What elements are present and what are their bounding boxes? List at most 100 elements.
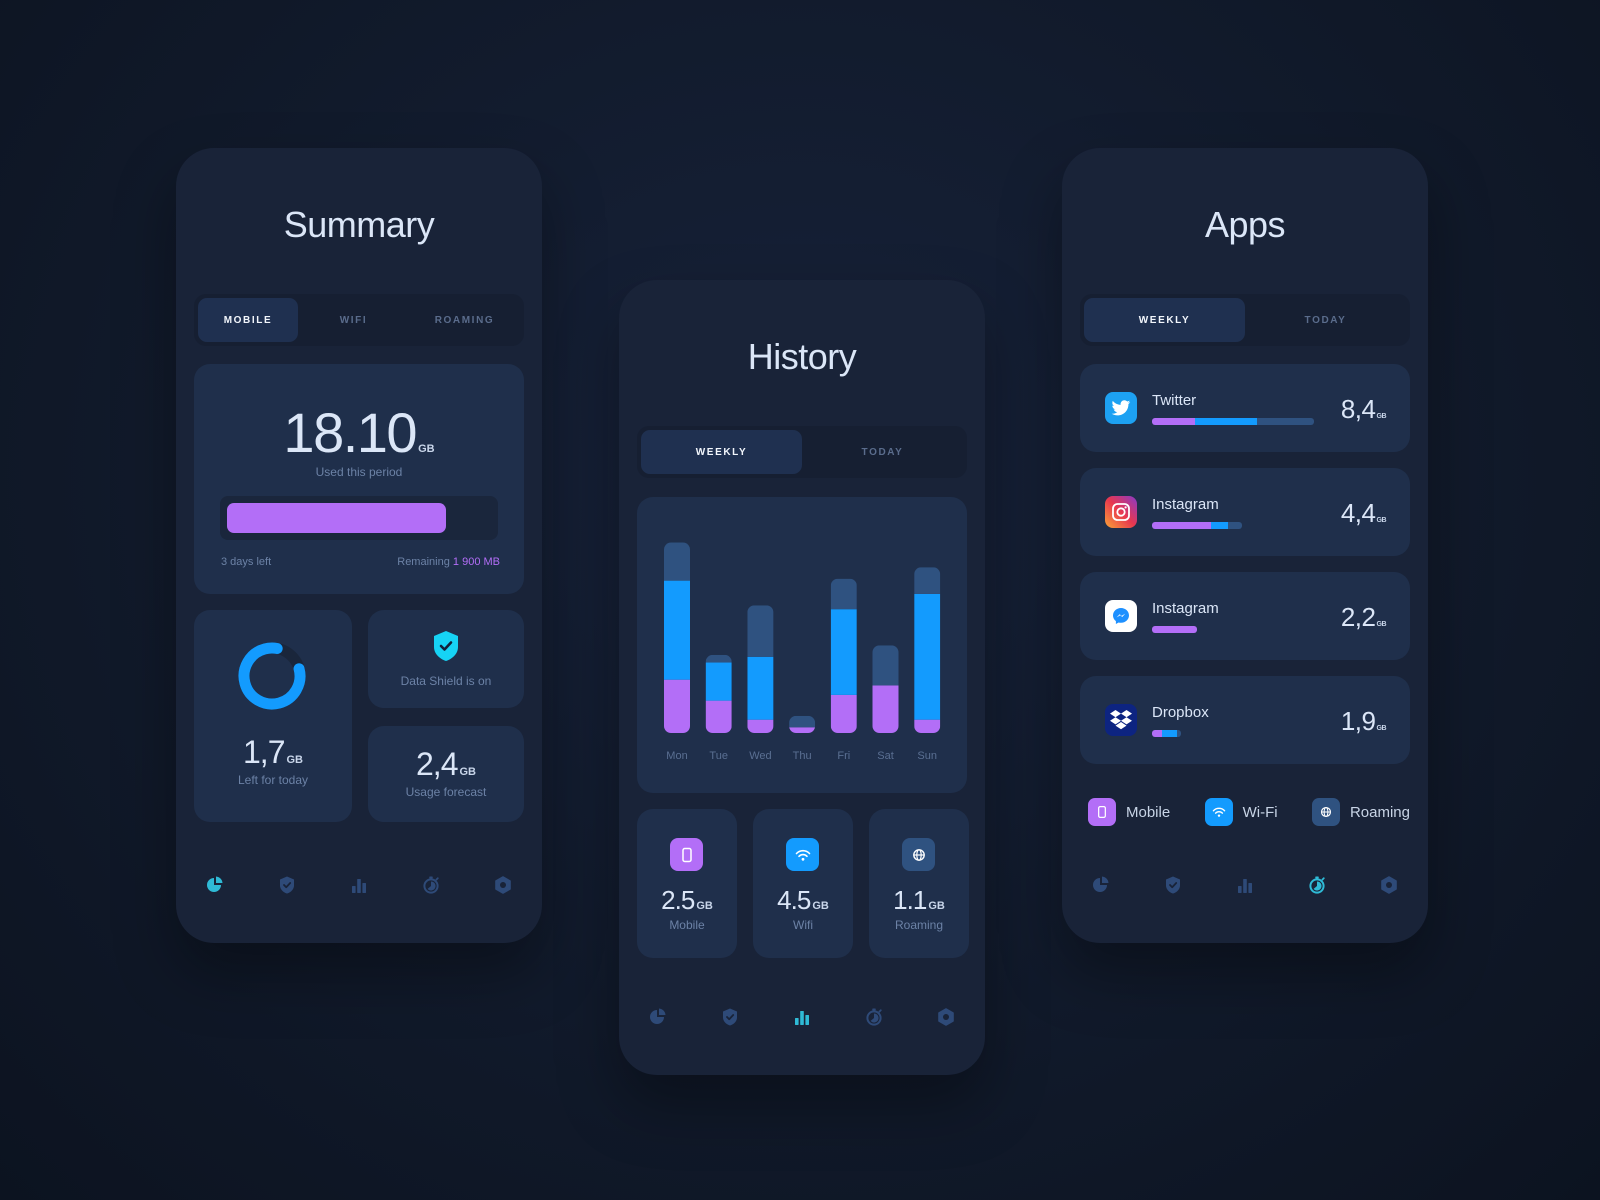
mobile-value: 2.5 — [661, 885, 695, 915]
app-usage-bar — [1152, 626, 1197, 633]
shield-icon[interactable] — [1162, 874, 1184, 896]
summary-screen: Summary MOBILE WIFI ROAMING 18.10 GB Used… — [176, 148, 542, 943]
app-usage-bar — [1152, 730, 1182, 737]
bottom-tab-bar — [643, 1003, 961, 1031]
app-usage-bar — [1152, 522, 1242, 529]
tab-weekly[interactable]: WEEKLY — [641, 430, 802, 474]
app-row-dropbox[interactable]: Dropbox 1,9GB — [1080, 676, 1410, 764]
app-name: Instagram — [1152, 496, 1219, 513]
bottom-tab-bar — [1086, 871, 1404, 899]
usage-segment-roaming — [1228, 522, 1242, 529]
tab-weekly[interactable]: WEEKLY — [1084, 298, 1245, 342]
wifi-icon — [786, 838, 819, 871]
legend-label: Wi-Fi — [1242, 803, 1278, 821]
bar-segment-wifi — [705, 662, 732, 701]
mobile-label: Mobile — [669, 918, 705, 932]
bar-segment-mobile — [705, 700, 732, 733]
legend-label: Roaming — [1349, 803, 1410, 821]
shield-icon[interactable] — [719, 1006, 741, 1028]
data-shield-card[interactable]: Data Shield is on — [368, 610, 524, 708]
chart-svg: Mon Tue Wed Thu Fri Sat Sun — [664, 542, 941, 762]
forecast-card: 2,4 GB Usage forecast — [368, 726, 524, 822]
usage-segment-mobile — [1152, 626, 1197, 633]
bar-sun — [914, 567, 941, 733]
pie-chart-icon[interactable] — [204, 874, 226, 896]
app-name: Dropbox — [1152, 704, 1209, 721]
forecast-value: 2,4 — [416, 746, 458, 782]
settings-icon[interactable] — [935, 1006, 957, 1028]
wifi-label: Wifi — [793, 918, 813, 932]
phone-icon — [1088, 798, 1116, 826]
tab-today[interactable]: TODAY — [802, 430, 963, 474]
wifi-value: 4.5 — [777, 885, 811, 915]
bar-segment-roaming — [664, 542, 690, 581]
instagram-icon — [1105, 496, 1137, 528]
remaining-label: Remaining — [397, 556, 450, 568]
x-tick-label: Tue — [709, 750, 728, 762]
settings-icon[interactable] — [1378, 874, 1400, 896]
today-card: 1,7 GB Left for today — [194, 610, 352, 822]
apps-screen: Apps WEEKLY TODAY Twitter 8,4GB Instagra… — [1062, 148, 1428, 943]
app-value: 4,4 — [1340, 498, 1376, 528]
x-tick-label: Sat — [877, 750, 894, 762]
bar-segment-roaming — [705, 654, 732, 663]
app-unit: GB — [1376, 413, 1387, 420]
shield-check-icon — [434, 631, 458, 661]
usage-segment-mobile — [1152, 522, 1211, 529]
settings-icon[interactable] — [492, 874, 514, 896]
remaining: Remaining 1 900 MB — [397, 556, 500, 568]
bar-segment-mobile — [872, 685, 899, 733]
bar-chart-icon[interactable] — [1234, 874, 1256, 896]
bar-segment-roaming — [830, 578, 857, 610]
app-row-instagram[interactable]: Instagram 4,4GB — [1080, 468, 1410, 556]
x-tick-label: Fri — [837, 750, 850, 762]
bar-wed — [747, 605, 774, 733]
today-value: 1,7 — [243, 734, 285, 770]
globe-icon — [1311, 798, 1340, 826]
shield-icon[interactable] — [276, 874, 298, 896]
tab-today[interactable]: TODAY — [1245, 298, 1406, 342]
bar-chart-icon[interactable] — [348, 874, 370, 896]
bar-segment-mobile — [664, 679, 690, 733]
bar-segment-roaming — [914, 567, 941, 594]
weekly-usage-chart: Mon Tue Wed Thu Fri Sat Sun — [637, 497, 967, 793]
stopwatch-icon[interactable] — [420, 874, 442, 896]
usage-segment-roaming — [1177, 730, 1182, 737]
bar-chart-icon[interactable] — [791, 1006, 813, 1028]
usage-segment-wifi — [1194, 418, 1258, 425]
bar-segment-mobile — [789, 727, 816, 733]
legend-roaming: Roaming — [1311, 798, 1410, 826]
tab-roaming[interactable]: ROAMING — [409, 298, 520, 342]
bar-segment-mobile — [830, 694, 857, 733]
x-tick-label: Wed — [749, 750, 771, 762]
usage-segment-mobile — [1152, 730, 1162, 737]
pie-chart-icon[interactable] — [1090, 874, 1112, 896]
stopwatch-icon[interactable] — [1306, 874, 1328, 896]
mobile-stat-card: 2.5 GB Mobile — [637, 809, 737, 958]
legend-mobile: Mobile — [1088, 798, 1170, 826]
shield-label: Data Shield is on — [400, 674, 492, 688]
stopwatch-icon[interactable] — [863, 1006, 885, 1028]
usage-progress-fill — [227, 503, 447, 533]
legend-wifi: Wi-Fi — [1204, 798, 1278, 826]
twitter-icon — [1105, 392, 1137, 424]
app-unit: GB — [1376, 725, 1387, 732]
wifi-icon — [1204, 798, 1233, 826]
app-name: Instagram — [1152, 600, 1219, 617]
tab-mobile[interactable]: MOBILE — [198, 298, 298, 342]
used-value: 18.10 — [283, 401, 417, 464]
roaming-unit: GB — [928, 900, 945, 912]
tab-wifi[interactable]: WIFI — [298, 298, 409, 342]
bar-tue — [705, 654, 732, 733]
bar-segment-mobile — [747, 719, 774, 733]
app-row-twitter[interactable]: Twitter 8,4GB — [1080, 364, 1410, 452]
pie-chart-icon[interactable] — [647, 1006, 669, 1028]
bar-segment-roaming — [747, 605, 774, 657]
forecast-unit: GB — [459, 766, 476, 778]
app-row-messenger[interactable]: Instagram 2,2GB — [1080, 572, 1410, 660]
x-tick-label: Thu — [793, 750, 812, 762]
today-label: Left for today — [237, 773, 309, 787]
page-title: Summary — [283, 204, 435, 245]
wifi-stat-card: 4.5 GB Wifi — [753, 809, 853, 958]
usage-segment-wifi — [1161, 730, 1178, 737]
